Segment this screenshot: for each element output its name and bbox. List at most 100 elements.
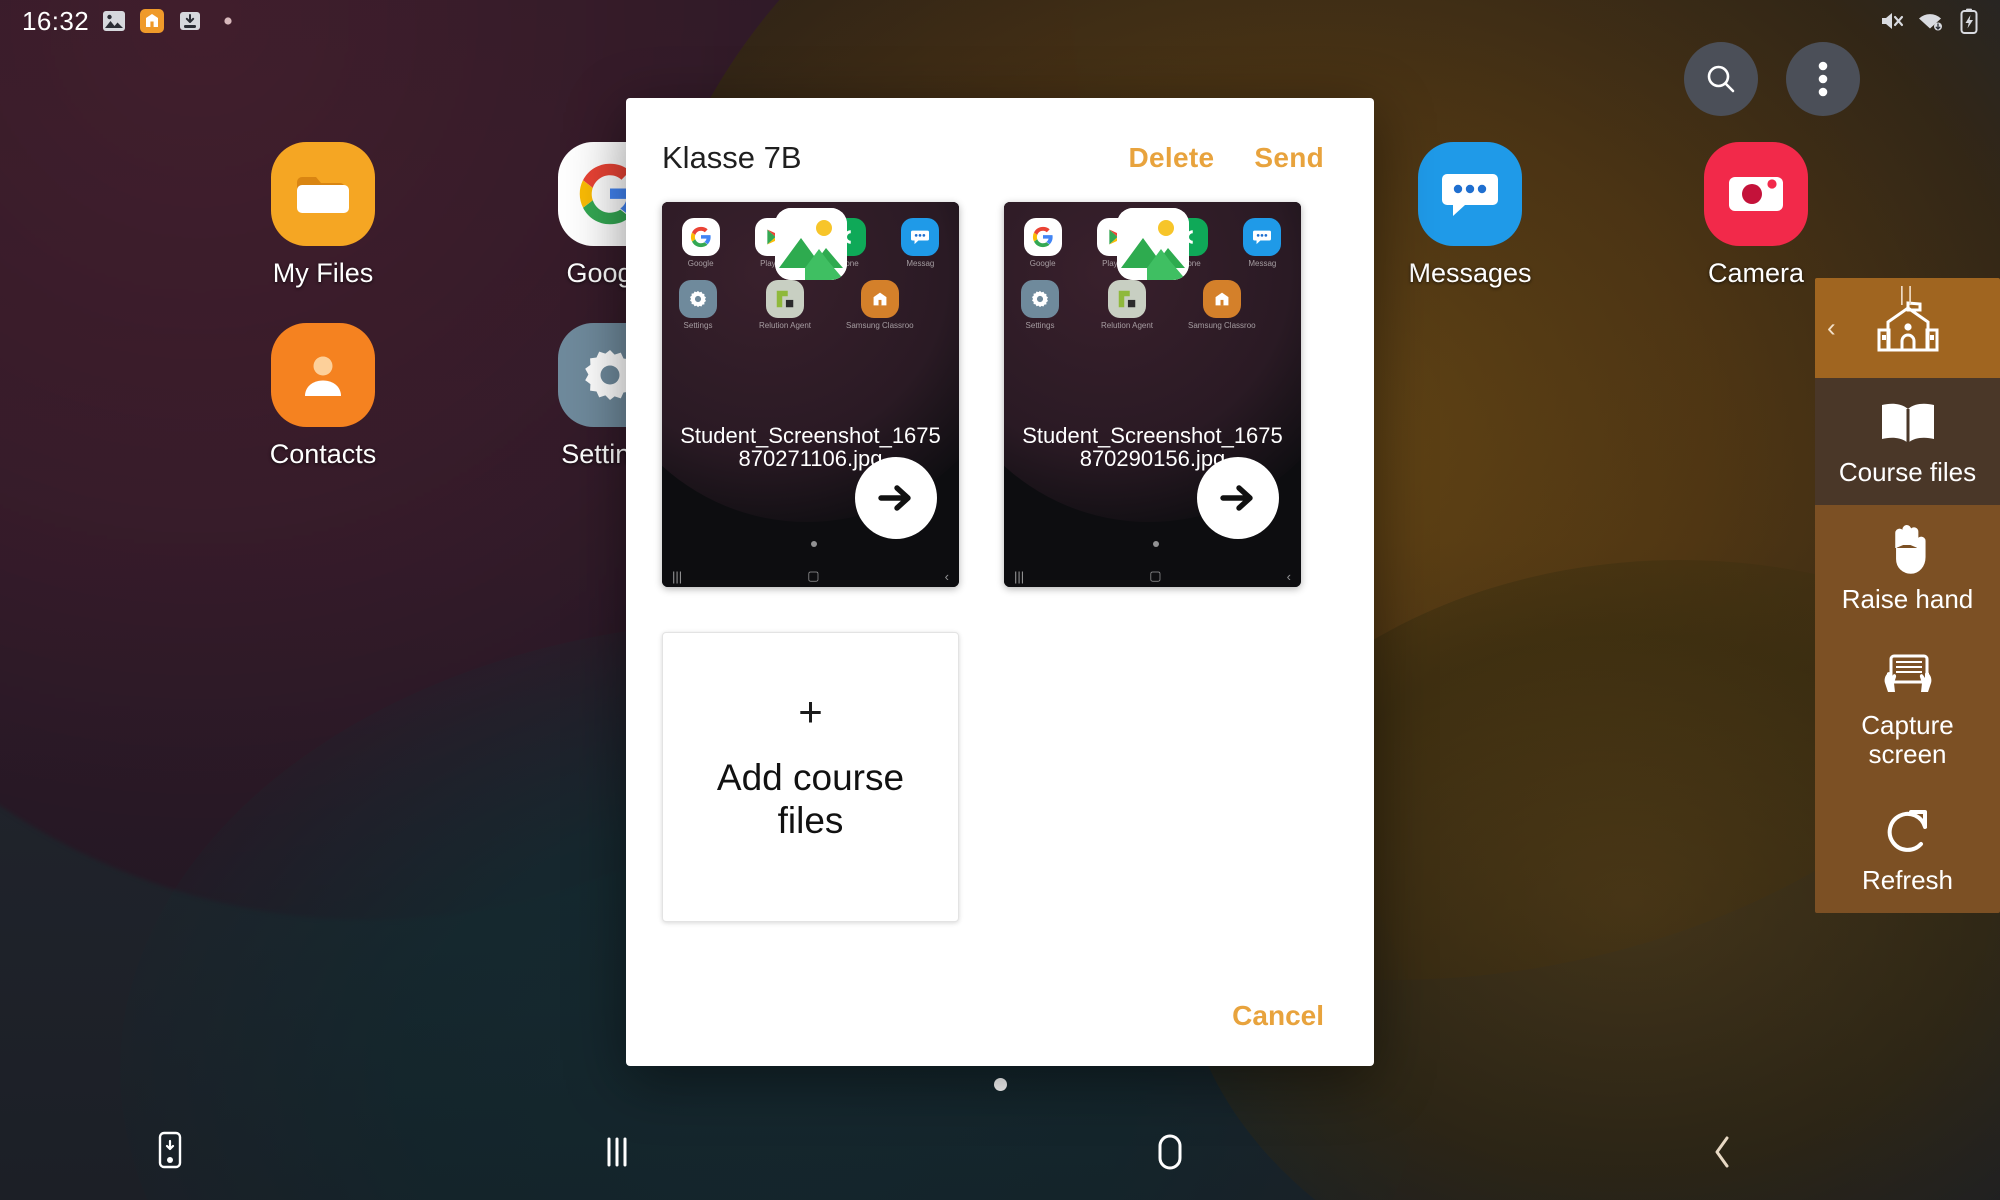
relution-agent-icon — [1108, 280, 1146, 318]
download-icon — [177, 8, 203, 34]
app-label: Contacts — [269, 439, 377, 469]
app-label: Messages — [1408, 258, 1532, 288]
dialog-title: Klasse 7B — [662, 140, 802, 175]
thumbnail-nav-bar: ||| ▢ ‹ — [662, 565, 959, 587]
course-files-dialog: Klasse 7B Delete Send Google Play Phone … — [626, 98, 1374, 1066]
sidebar-item-label: Capture screen — [1861, 710, 1954, 769]
chevron-left-icon[interactable]: ‹ — [1827, 313, 1836, 344]
recents-icon: ||| — [1014, 568, 1025, 584]
contacts-icon — [271, 323, 375, 427]
thumbnail-app: Samsung Classroo. — [1188, 280, 1256, 330]
screenshot-capture-button[interactable] — [0, 1104, 340, 1200]
pause-icon[interactable]: || — [1815, 284, 2000, 307]
sidebar-item-capture-screen[interactable]: Capture screen — [1815, 631, 2000, 787]
arrow-right-icon — [878, 485, 911, 511]
add-course-files-label: Add course files — [716, 757, 905, 841]
open-file-button[interactable] — [1197, 457, 1279, 539]
chevron-left-icon — [1715, 1136, 1729, 1168]
file-card[interactable]: Google Play St. — [662, 202, 959, 587]
thumbnail-app-label: Messag — [1248, 259, 1277, 268]
gear-icon — [679, 280, 717, 318]
school-building-icon — [1877, 301, 1938, 352]
dot-indicator-icon — [215, 8, 241, 34]
thumbnail-nav-bar: ||| ▢ ‹ — [1004, 565, 1301, 587]
sidebar-item-refresh[interactable]: Refresh — [1815, 786, 2000, 913]
status-bar-right — [1878, 8, 1982, 34]
status-bar: 16:32 — [0, 0, 2000, 42]
more-options-button[interactable] — [1786, 42, 1860, 116]
page-dot-active[interactable] — [993, 1078, 1007, 1091]
home-button[interactable] — [893, 1104, 1446, 1200]
app-messages[interactable]: Messages — [1365, 142, 1575, 289]
thumbnail-app: Relution Agent — [754, 280, 816, 330]
gallery-image-icon — [1116, 208, 1189, 280]
screen-root: 16:32 My Files Google Messages Camera Co… — [0, 0, 2000, 1200]
add-course-files-card[interactable]: + Add course files — [662, 632, 959, 922]
gallery-image-icon — [774, 208, 847, 280]
gear-icon — [1021, 280, 1059, 318]
back-button[interactable] — [1447, 1104, 2000, 1200]
page-indicator — [0, 1078, 2000, 1091]
gallery-icon — [101, 8, 127, 34]
camera-icon — [1704, 142, 1808, 246]
raised-hand-icon — [1823, 521, 1992, 579]
cancel-button[interactable]: Cancel — [1232, 1000, 1324, 1032]
search-button[interactable] — [1684, 42, 1758, 116]
google-icon — [1023, 218, 1062, 256]
open-file-button[interactable] — [855, 457, 937, 539]
home-circle-icon — [1158, 1134, 1182, 1170]
back-icon: ‹ — [944, 568, 949, 584]
sidebar-item-label: Raise hand — [1841, 583, 1974, 614]
thumbnail-page-dot — [1152, 541, 1159, 547]
sidebar-item-raise-hand[interactable]: Raise hand — [1815, 504, 2000, 632]
capture-screen-icon — [1823, 647, 1992, 705]
send-button[interactable]: Send — [1254, 142, 1324, 174]
thumbnail-app-label: Samsung Classroo. — [1188, 321, 1256, 330]
refresh-icon — [1823, 802, 1992, 860]
thumbnail-app: Google — [675, 218, 727, 268]
recents-button[interactable] — [340, 1104, 893, 1200]
thumbnail-app-label: Relution Agent — [758, 321, 812, 330]
relution-agent-icon — [766, 280, 804, 318]
battery-charging-icon — [1956, 8, 1982, 34]
app-my-files[interactable]: My Files — [218, 142, 428, 289]
thumbnail-app-label: Settings — [683, 321, 713, 330]
sidebar-header[interactable]: || ‹ — [1815, 278, 2000, 378]
file-card-list: Google Play St. — [662, 202, 1338, 922]
sidebar-item-course-files[interactable]: Course files — [1815, 378, 2000, 505]
app-camera[interactable]: Camera — [1651, 142, 1861, 289]
thumbnail-app: Google — [1017, 218, 1069, 268]
classroom-sidebar: || ‹ Course files Raise hand Capture scr… — [1815, 278, 2000, 913]
search-icon — [1707, 65, 1735, 93]
google-icon — [681, 218, 720, 256]
open-book-icon — [1823, 394, 1992, 452]
system-navigation-bar — [0, 1104, 2000, 1200]
thumbnail-app: Settings — [672, 280, 724, 330]
mute-icon — [1878, 8, 1904, 34]
delete-button[interactable]: Delete — [1129, 142, 1215, 174]
dialog-body: Google Play St. — [626, 176, 1374, 1000]
thumbnail-app-row: Settings Relution Agent Samsung Classroo… — [1004, 280, 1301, 330]
app-label: My Files — [272, 258, 374, 288]
thumbnail-app: Samsung Classroo. — [846, 280, 914, 330]
thumbnail-app: Messag — [1236, 218, 1288, 268]
recents-icon — [607, 1137, 627, 1167]
more-vertical-icon — [1818, 61, 1828, 97]
thumbnail-app: Relution Agent — [1096, 280, 1158, 330]
messages-icon — [1243, 218, 1282, 256]
thumbnail-app-label: Google — [687, 259, 714, 268]
file-card[interactable]: Google Play St. — [1004, 202, 1301, 587]
thumbnail-app-label: Settings — [1025, 321, 1055, 330]
dialog-footer: Cancel — [626, 1000, 1374, 1066]
messages-icon — [1418, 142, 1522, 246]
samsung-classroom-icon — [1203, 280, 1241, 318]
wifi-icon — [1917, 8, 1943, 34]
thumbnail-app-row: Settings Relution Agent Samsung Classroo… — [662, 280, 959, 330]
thumbnail-app-label: Relution Agent — [1100, 321, 1154, 330]
dialog-header-actions: Delete Send — [1129, 142, 1325, 174]
app-contacts[interactable]: Contacts — [218, 323, 428, 470]
home-circle-icon: ▢ — [1149, 568, 1162, 583]
home-circle-icon: ▢ — [807, 568, 820, 583]
dialog-header: Klasse 7B Delete Send — [626, 98, 1374, 176]
plus-icon: + — [798, 688, 823, 735]
